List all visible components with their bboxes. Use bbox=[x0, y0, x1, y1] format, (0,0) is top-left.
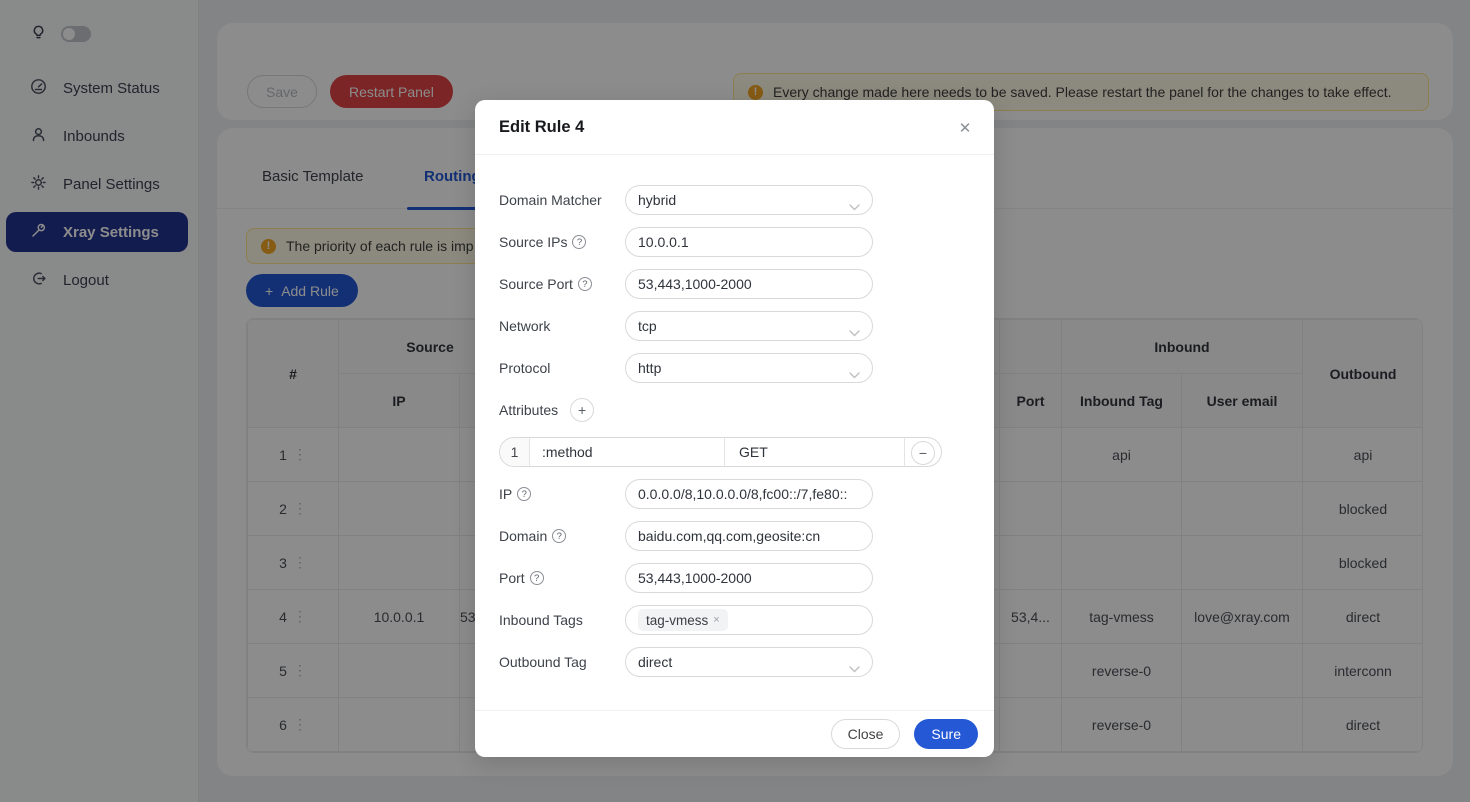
outbound-tag-value: direct bbox=[638, 654, 672, 670]
close-button[interactable]: Close bbox=[831, 719, 901, 749]
source-ips-input[interactable] bbox=[638, 234, 860, 250]
attribute-index: 1 bbox=[500, 438, 530, 466]
field-domain: Domain? bbox=[499, 521, 970, 551]
help-icon[interactable]: ? bbox=[517, 487, 531, 501]
field-attribute-row: 1 − bbox=[499, 437, 970, 467]
chevron-down-icon bbox=[849, 660, 860, 676]
attributes-label: Attributes bbox=[499, 402, 558, 418]
sure-button[interactable]: Sure bbox=[914, 719, 978, 749]
modal-header: Edit Rule 4 ✕ bbox=[475, 100, 994, 155]
tag-chip: tag-vmess × bbox=[638, 609, 728, 631]
chevron-down-icon bbox=[849, 366, 860, 382]
protocol-select[interactable]: http bbox=[625, 353, 873, 383]
network-select[interactable]: tcp bbox=[625, 311, 873, 341]
source-ips-label: Source IPs bbox=[499, 234, 567, 250]
port-input[interactable] bbox=[638, 570, 860, 586]
help-icon[interactable]: ? bbox=[530, 571, 544, 585]
protocol-value: http bbox=[638, 360, 661, 376]
outbound-tag-select[interactable]: direct bbox=[625, 647, 873, 677]
inbound-tags-input[interactable]: tag-vmess × bbox=[625, 605, 873, 635]
source-port-label: Source Port bbox=[499, 276, 573, 292]
network-value: tcp bbox=[638, 318, 657, 334]
help-icon[interactable]: ? bbox=[578, 277, 592, 291]
modal-title: Edit Rule 4 bbox=[499, 118, 584, 137]
attribute-value-input[interactable] bbox=[739, 444, 890, 460]
modal-body: Domain Matcher hybrid Source IPs? Source… bbox=[475, 155, 994, 710]
add-attribute-button[interactable]: + bbox=[570, 398, 594, 422]
field-network: Network tcp bbox=[499, 311, 970, 341]
help-icon[interactable]: ? bbox=[572, 235, 586, 249]
remove-attribute-button[interactable]: − bbox=[911, 441, 935, 465]
domain-matcher-value: hybrid bbox=[638, 192, 676, 208]
domain-matcher-label: Domain Matcher bbox=[499, 192, 625, 208]
field-source-ips: Source IPs? bbox=[499, 227, 970, 257]
modal-footer: Close Sure bbox=[475, 710, 994, 757]
source-port-input[interactable] bbox=[638, 276, 860, 292]
help-icon[interactable]: ? bbox=[552, 529, 566, 543]
chevron-down-icon bbox=[849, 198, 860, 214]
outbound-tag-label: Outbound Tag bbox=[499, 654, 625, 670]
domain-input[interactable] bbox=[638, 528, 860, 544]
domain-matcher-select[interactable]: hybrid bbox=[625, 185, 873, 215]
field-port: Port? bbox=[499, 563, 970, 593]
chevron-down-icon bbox=[849, 324, 860, 340]
protocol-label: Protocol bbox=[499, 360, 625, 376]
field-inbound-tags: Inbound Tags tag-vmess × bbox=[499, 605, 970, 635]
field-ip: IP? bbox=[499, 479, 970, 509]
close-icon[interactable]: ✕ bbox=[954, 117, 976, 139]
edit-rule-modal: Edit Rule 4 ✕ Domain Matcher hybrid Sour… bbox=[475, 100, 994, 757]
ip-label: IP bbox=[499, 486, 512, 502]
domain-label: Domain bbox=[499, 528, 547, 544]
inbound-tags-label: Inbound Tags bbox=[499, 612, 625, 628]
tag-remove-icon[interactable]: × bbox=[713, 614, 719, 626]
field-attributes-label: Attributes + bbox=[499, 395, 970, 425]
field-protocol: Protocol http bbox=[499, 353, 970, 383]
field-domain-matcher: Domain Matcher hybrid bbox=[499, 185, 970, 215]
attribute-row: 1 − bbox=[499, 437, 942, 467]
attribute-key-input[interactable] bbox=[542, 444, 712, 460]
port-label: Port bbox=[499, 570, 525, 586]
ip-input[interactable] bbox=[638, 486, 860, 502]
field-outbound-tag: Outbound Tag direct bbox=[499, 647, 970, 677]
network-label: Network bbox=[499, 318, 625, 334]
tag-chip-label: tag-vmess bbox=[646, 613, 708, 628]
field-source-port: Source Port? bbox=[499, 269, 970, 299]
